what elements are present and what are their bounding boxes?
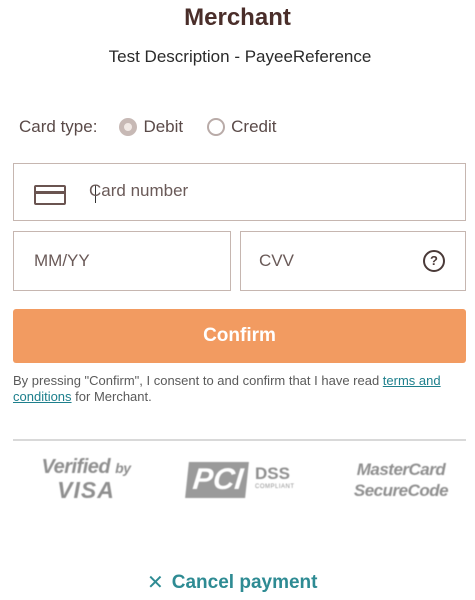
card-number-placeholder: Card number — [89, 181, 189, 200]
debit-radio[interactable] — [119, 118, 138, 136]
consent-suffix: for Merchant. — [71, 389, 152, 404]
cancel-payment-label: Cancel payment — [171, 571, 318, 593]
credit-label: Credit — [231, 117, 277, 136]
cvv-placeholder: CVV — [259, 251, 294, 270]
help-icon[interactable]: ? — [423, 250, 445, 272]
payment-page: Merchant Test Description - PayeeReferen… — [0, 0, 475, 600]
merchant-name: Merchant — [184, 4, 291, 31]
cancel-payment-link[interactable]: ✕ Cancel payment — [147, 570, 318, 595]
card-type-debit-option[interactable]: Debit — [119, 117, 183, 137]
card-number-field[interactable]: Card number — [13, 163, 466, 221]
expiry-placeholder: MM/YY — [34, 251, 90, 270]
expiry-field[interactable]: MM/YY — [13, 231, 231, 291]
pci-logo-dss: DSS — [255, 464, 290, 483]
pci-dss-logo: PCI DSS COMPLIANT — [185, 460, 300, 504]
visa-logo-by: by — [115, 460, 131, 476]
card-type-label: Card type: — [19, 117, 98, 136]
debit-label: Debit — [143, 117, 184, 136]
cvv-field[interactable]: CVV ? — [240, 231, 466, 291]
mastercard-logo-bottom: SecureCode — [353, 481, 449, 500]
payment-description: Test Description - PayeeReference — [108, 47, 372, 66]
pci-logo-mark: PCI — [185, 462, 249, 498]
mastercard-logo-top: MasterCard — [356, 460, 446, 479]
visa-logo-bottom: VISA — [57, 477, 115, 503]
verified-by-visa-logo: Verified by VISA — [31, 456, 141, 504]
card-type-selector: Card type: Debit Credit — [19, 114, 300, 140]
credit-card-icon — [34, 185, 66, 205]
consent-prefix: By pressing "Confirm", I consent to and … — [13, 373, 383, 388]
close-icon: ✕ — [147, 572, 164, 594]
visa-logo-top: Verified — [41, 456, 111, 478]
pci-logo-sub: COMPLIANT — [255, 484, 295, 490]
consent-text: By pressing "Confirm", I consent to and … — [13, 373, 468, 405]
mastercard-securecode-logo: MasterCard SecureCode — [341, 460, 461, 501]
card-type-credit-option[interactable]: Credit — [207, 117, 276, 137]
credit-radio[interactable] — [207, 118, 226, 136]
divider — [13, 439, 466, 441]
confirm-button[interactable]: Confirm — [13, 309, 466, 363]
security-logos: Verified by VISA PCI DSS COMPLIANT Maste… — [13, 452, 466, 512]
